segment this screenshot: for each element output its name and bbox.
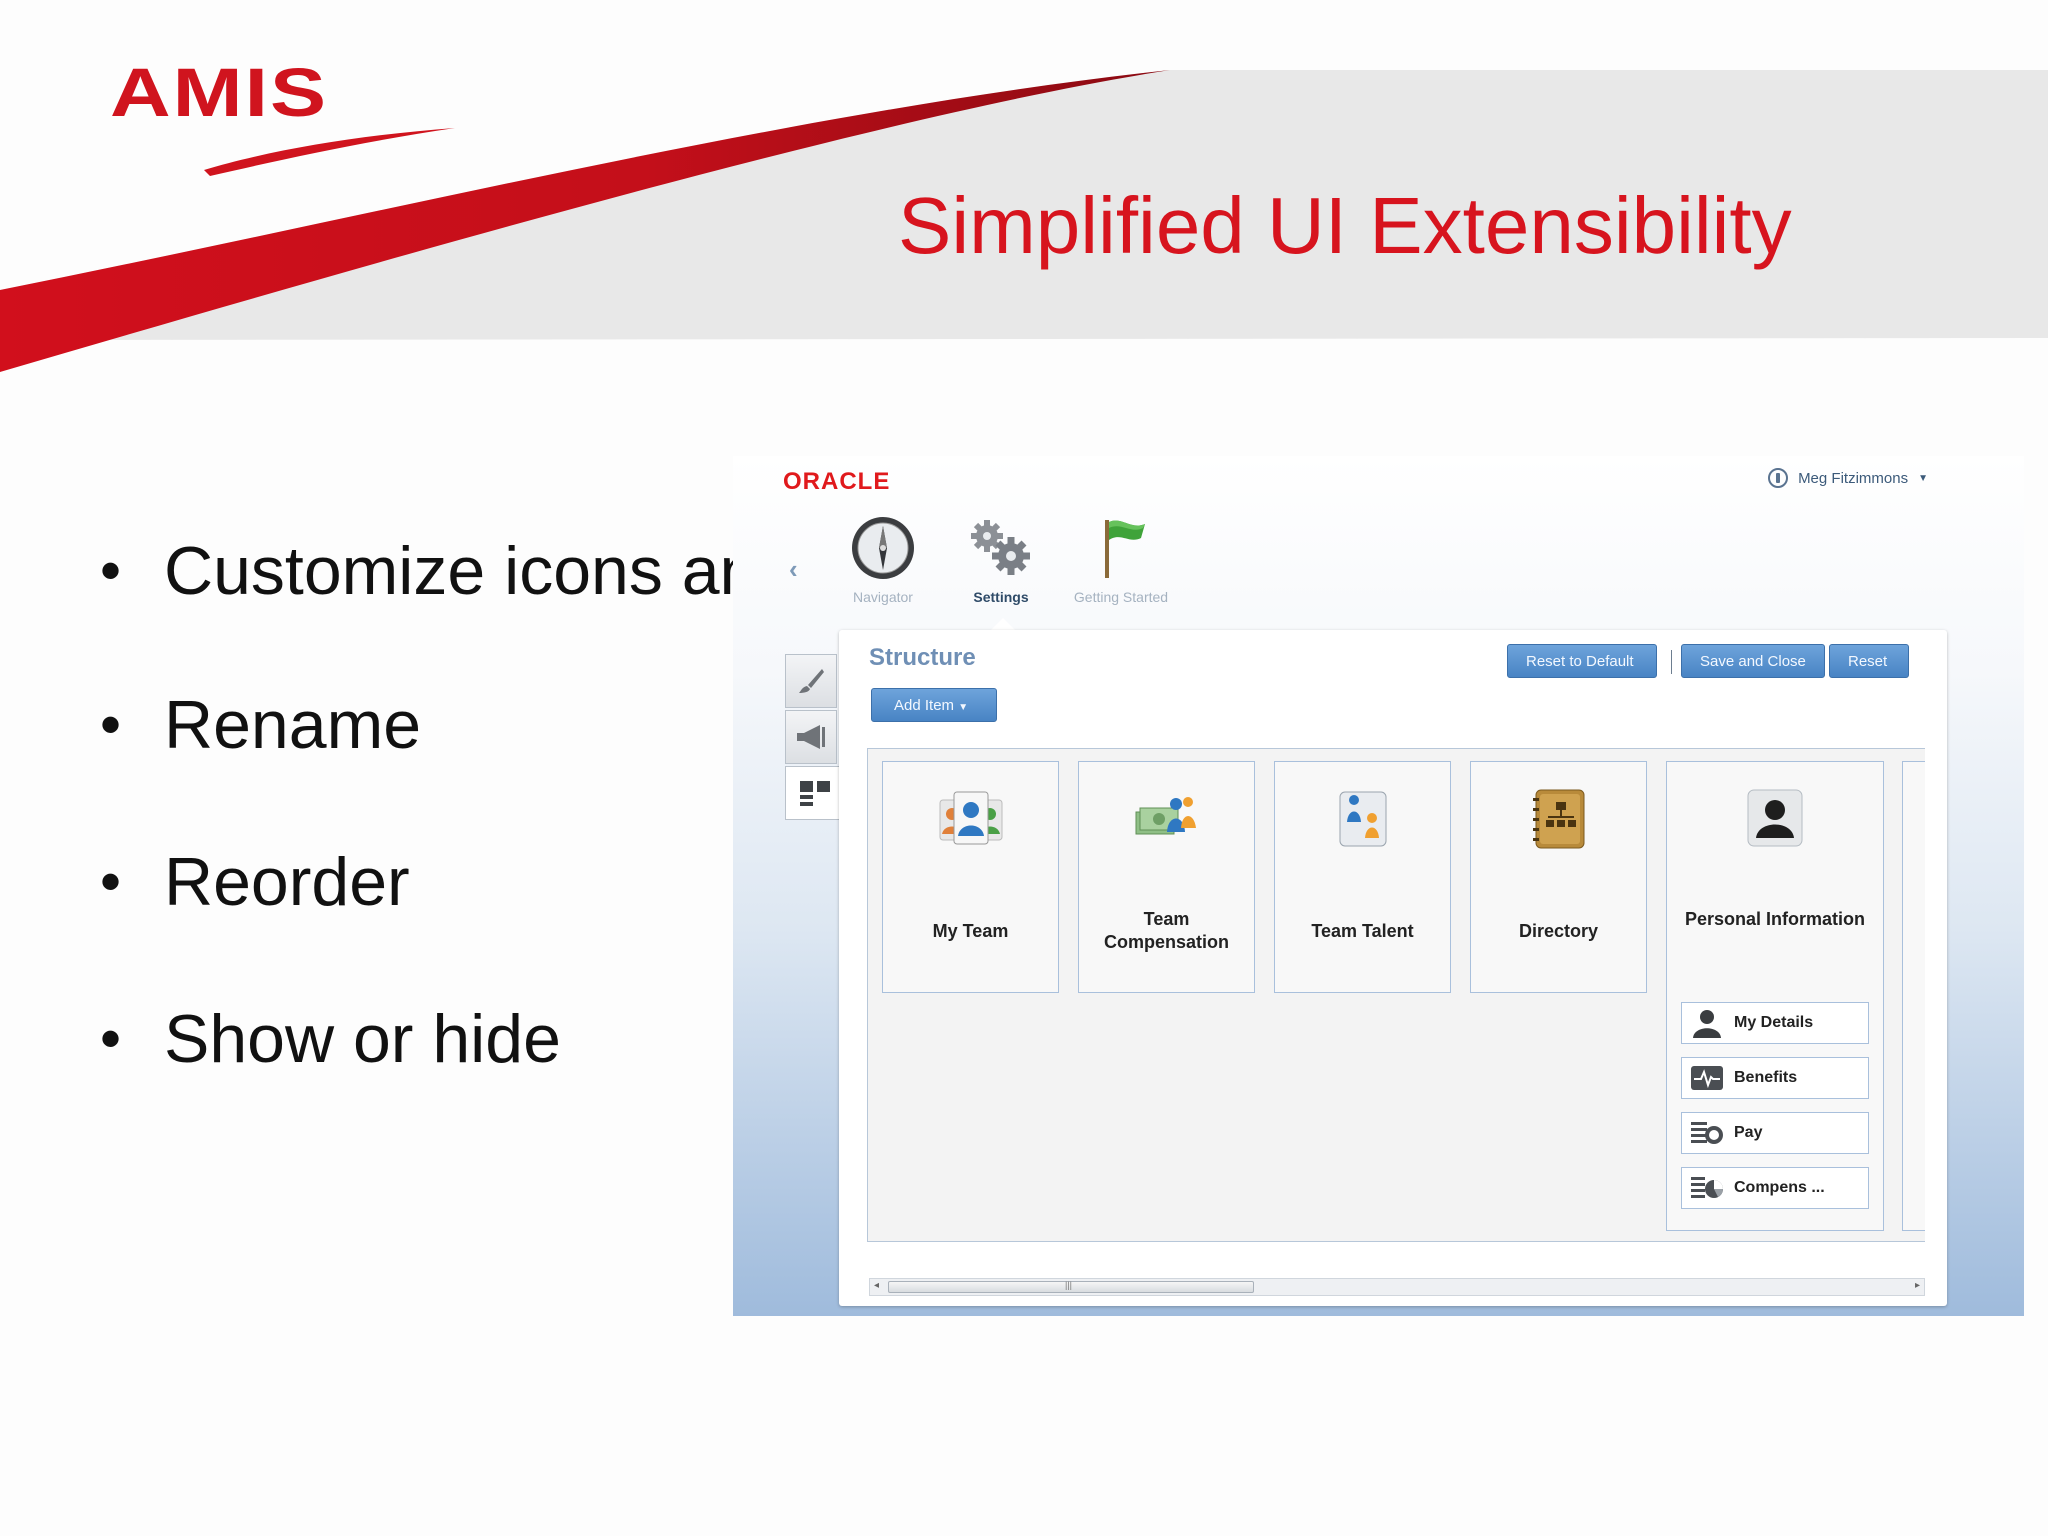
card-my-team[interactable]: My Team [882, 761, 1059, 993]
heartbeat-icon [1691, 1066, 1723, 1090]
scroll-right-icon[interactable]: ▸ [1915, 1280, 1920, 1291]
pay-icon [1691, 1122, 1723, 1144]
grip-icon: ||| [1065, 1280, 1073, 1290]
user-name[interactable]: Meg Fitzimmons [1798, 470, 1908, 487]
sub-item-label: Compens ... [1734, 1179, 1825, 1196]
reset-button[interactable]: Reset [1829, 644, 1909, 678]
side-tool-announcements[interactable] [785, 710, 837, 764]
card-team-talent[interactable]: Team Talent [1274, 761, 1451, 993]
sub-item-my-details[interactable]: My Details [1681, 1002, 1869, 1044]
compass-icon [852, 517, 914, 579]
card-label: Team Talent [1311, 921, 1414, 941]
nav-getting-started[interactable]: Getting Started [1051, 514, 1191, 605]
talent-icon [1339, 791, 1386, 847]
nav-navigator[interactable]: Navigator [835, 514, 931, 605]
oracle-logo: ORACLE [783, 468, 891, 495]
reset-to-default-button[interactable]: Reset to Default [1507, 644, 1657, 678]
add-item-label: Add Item [894, 697, 955, 714]
card-directory[interactable]: Directory [1470, 761, 1647, 993]
sub-item-compensation[interactable]: Compens ... [1681, 1167, 1869, 1209]
sub-item-label: My Details [1734, 1014, 1814, 1031]
sub-item-benefits[interactable]: Benefits [1681, 1057, 1869, 1099]
card-label: Directory [1518, 921, 1599, 941]
team-icon [939, 791, 1002, 845]
structure-panel: Structure Reset to Default Save and Clos… [839, 630, 1947, 1306]
org-chart-book-icon [1532, 789, 1584, 849]
card-partial-next[interactable] [1902, 761, 1925, 1231]
accessibility-icon[interactable] [1768, 468, 1789, 488]
flag-icon [1105, 520, 1145, 578]
nav-settings[interactable]: Settings [953, 514, 1049, 605]
pie-chart-icon [1691, 1177, 1723, 1198]
add-item-button[interactable]: Add Item ▼ [871, 688, 997, 722]
side-tool-appearance[interactable] [785, 654, 837, 708]
save-and-close-button[interactable]: Save and Close [1681, 644, 1825, 678]
person-icon [1693, 1010, 1721, 1038]
horizontal-scrollbar[interactable]: ◂ ||| ▸ [869, 1278, 1925, 1296]
chevron-down-icon: ▼ [958, 702, 969, 713]
chevron-down-icon[interactable]: ▼ [1918, 473, 1928, 484]
slide: AMIS Simplified UI Extensibility Customi… [0, 0, 2048, 1536]
structure-icon [799, 781, 830, 806]
card-label: Personal Information [1684, 909, 1866, 929]
side-tool-structure[interactable] [785, 766, 843, 820]
sub-item-label: Benefits [1734, 1069, 1798, 1086]
card-label: My Team [932, 921, 1009, 941]
nav-label: Navigator [853, 589, 913, 605]
nav-label: Getting Started [1073, 589, 1169, 605]
back-arrow-icon[interactable]: ‹ [789, 554, 798, 585]
card-label: Team Compensation [1103, 909, 1229, 952]
card-personal-information[interactable]: Personal Information My Details Benefits [1666, 761, 1884, 1231]
panel-title: Structure [869, 644, 976, 671]
scroll-left-icon[interactable]: ◂ [874, 1280, 879, 1291]
scrollbar-thumb[interactable]: ||| [888, 1280, 1254, 1293]
structure-grid: My Team Team Compensation Team Talent Di… [867, 748, 1925, 1242]
card-team-compensation[interactable]: Team Compensation [1078, 761, 1255, 993]
money-people-icon [1135, 797, 1196, 835]
nav-label: Settings [973, 589, 1029, 605]
sub-item-label: Pay [1734, 1124, 1763, 1141]
button-divider [1671, 650, 1672, 674]
gears-icon [971, 520, 1030, 575]
megaphone-icon [797, 725, 825, 749]
sub-item-pay[interactable]: Pay [1681, 1112, 1869, 1154]
user-menu[interactable]: Meg Fitzimmons ▼ [1768, 468, 1928, 488]
slide-title: Simplified UI Extensibility [898, 181, 1792, 270]
amis-logo: AMIS [110, 53, 328, 131]
oracle-app-screenshot: ORACLE Meg Fitzimmons ▼ ‹ Navigator Sett… [733, 456, 2024, 1316]
brush-icon [799, 669, 824, 693]
nav-selection-pointer [991, 618, 1015, 630]
person-silhouette-icon [1747, 789, 1803, 847]
